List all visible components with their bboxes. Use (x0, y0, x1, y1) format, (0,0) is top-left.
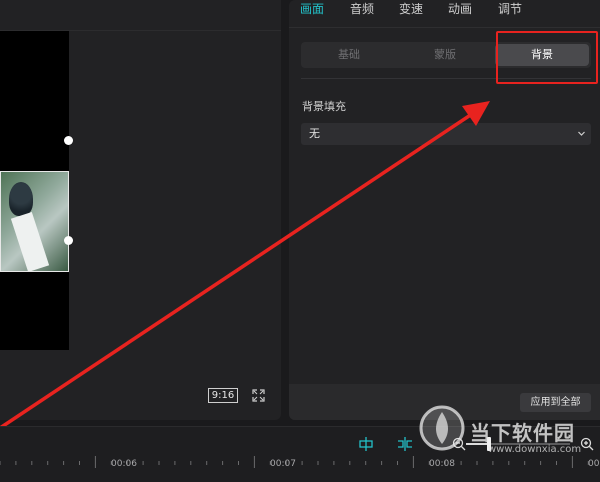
chime-paper-strip (10, 211, 50, 271)
tab-animation[interactable]: 动画 (448, 0, 472, 18)
aspect-ratio-button[interactable]: 9:16 (208, 388, 238, 403)
wind-chime-image (9, 182, 33, 216)
fullscreen-icon[interactable] (252, 389, 265, 402)
chevron-down-icon (578, 131, 585, 136)
resize-handle-bottom-right[interactable] (64, 236, 73, 245)
time-label: 00:07 (270, 459, 296, 469)
background-fill-select[interactable]: 无 (301, 123, 591, 145)
resize-handle-top-right[interactable] (64, 136, 73, 145)
time-label: 00:08 (429, 459, 455, 469)
preview-panel: 9:16 (0, 0, 281, 420)
timeline-ruler[interactable] (0, 456, 600, 482)
background-fill-label: 背景填充 (302, 100, 346, 113)
section-divider (301, 78, 591, 79)
video-clip-frame[interactable] (0, 171, 69, 272)
subtab-basic[interactable]: 基础 (301, 42, 397, 68)
time-label: 00:0 (588, 459, 600, 469)
property-tabs: 画面 音频 变速 动画 调节 (289, 0, 600, 28)
background-fill-value: 无 (309, 127, 320, 140)
tab-adjust[interactable]: 调节 (498, 0, 522, 18)
apply-to-all-button[interactable]: 应用到全部 (520, 393, 591, 412)
watermark-url: www.downxia.com (488, 444, 582, 455)
tab-picture[interactable]: 画面 (300, 0, 324, 18)
snap-icon[interactable] (358, 437, 374, 451)
watermark-logo (419, 405, 465, 451)
properties-panel: 画面 音频 变速 动画 调节 基础 蒙版 背景 背景填充 无 应用到全部 (289, 0, 600, 420)
subtab-switcher: 基础 蒙版 背景 (301, 42, 591, 68)
zoom-in-icon[interactable] (580, 437, 594, 451)
subtab-background[interactable]: 背景 (495, 44, 589, 66)
subtab-mask[interactable]: 蒙版 (397, 42, 493, 68)
tab-speed[interactable]: 变速 (399, 0, 423, 18)
watermark-name: 当下软件园 (470, 421, 575, 445)
split-icon[interactable] (397, 437, 413, 451)
time-label: 00:06 (111, 459, 137, 469)
tab-audio[interactable]: 音频 (350, 0, 374, 18)
preview-canvas[interactable] (0, 31, 69, 350)
